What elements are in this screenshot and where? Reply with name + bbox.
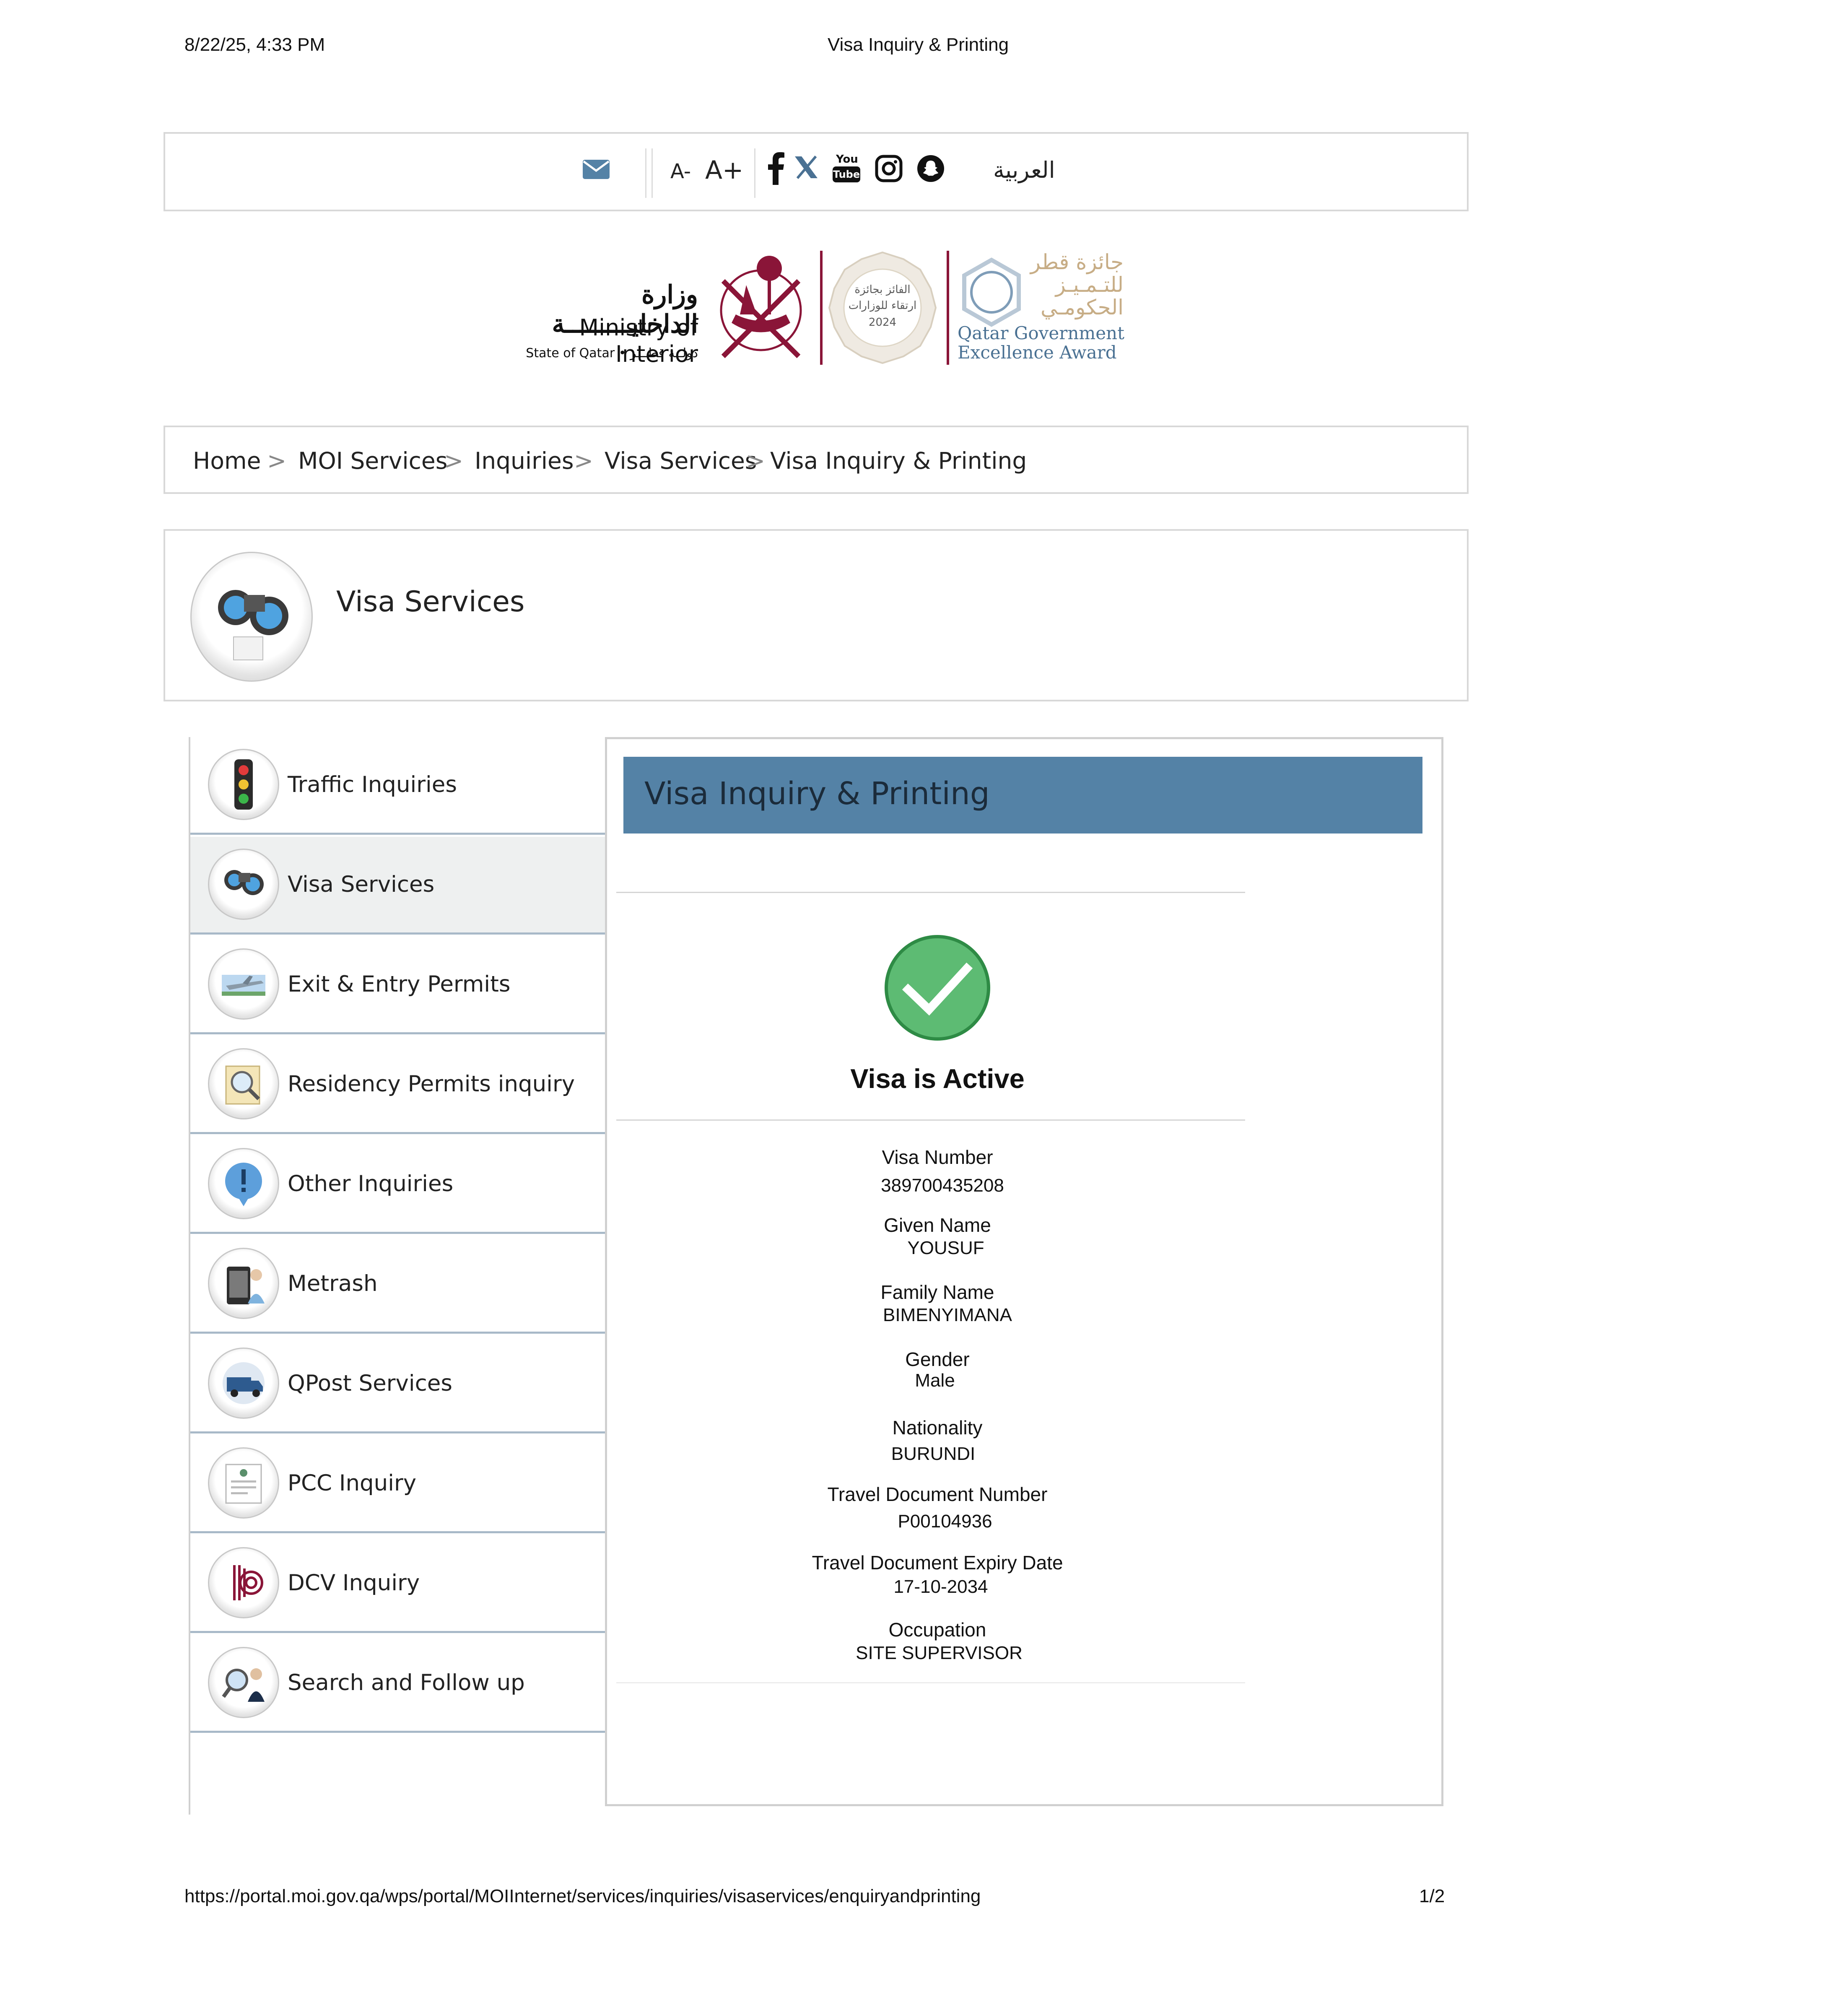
award-badge-year: 2024 [868,316,897,329]
youtube-text-bottom: Tube [833,166,860,182]
award-arabic-line3: الحكومـي [1041,295,1124,319]
sidebar-item-exit-entry-permits[interactable]: Exit & Entry Permits [190,937,605,1034]
sidebar-item-metrash[interactable]: Metrash [190,1236,605,1334]
font-increase-button[interactable]: A+ [705,156,743,185]
award-english-line2: Excellence Award [958,342,1117,363]
top-toolbar: A- A+ You Tube العربية [164,132,1469,211]
snapchat-icon[interactable] [917,155,945,184]
exclamation-icon [208,1148,279,1219]
sidebar-item-label: Visa Services [288,872,435,897]
gender-label: Gender [905,1348,970,1370]
sidebar-item-label: PCC Inquiry [288,1470,417,1496]
visa-status-text: Visa is Active [850,1063,1025,1094]
logo-divider [947,251,949,365]
travel-document-expiry-value: 17-10-2034 [893,1576,988,1597]
sidebar-item-qpost-services[interactable]: QPost Services [190,1336,605,1433]
youtube-icon[interactable]: You Tube [833,153,862,185]
sidebar-item-label: QPost Services [288,1371,452,1396]
print-url: https://portal.moi.gov.qa/wps/portal/MOI… [184,1886,981,1906]
travel-document-expiry-label: Travel Document Expiry Date [812,1552,1063,1574]
nationality-value: BURUNDI [891,1444,976,1464]
magnifier-document-icon [208,1048,279,1119]
phone-person-icon [208,1248,279,1319]
gender-value: Male [915,1370,955,1391]
award-badge: الفائز بجائزة ارتقاء للوزارات 2024 [826,251,939,365]
sidebar-item-residency-permits[interactable]: Residency Permits inquiry [190,1036,605,1134]
mail-icon[interactable] [582,159,610,182]
sidebar-item-search-follow-up[interactable]: Search and Follow up [190,1635,605,1733]
visa-number-label: Visa Number [882,1146,993,1168]
divider [616,892,1245,893]
certificate-icon [208,1447,279,1519]
breadcrumb-visa-services[interactable]: Visa Services [605,447,757,474]
breadcrumb-separator: > [746,447,766,474]
divider [616,1682,1245,1683]
sidebar-item-traffic-inquiries[interactable]: Traffic Inquiries [190,737,605,835]
breadcrumb-separator: > [574,447,594,474]
occupation-label: Occupation [888,1619,986,1641]
breadcrumb-moi-services[interactable]: MOI Services [298,447,447,474]
award-english-line1: Qatar Government [958,323,1124,343]
x-twitter-icon[interactable] [794,156,818,181]
divider [616,1119,1245,1121]
check-circle-icon [884,934,991,1044]
fingerprint-icon [208,1547,279,1618]
award-badge-line2: ارتقاء للوزارات [848,299,917,312]
airplane-icon [208,948,279,1020]
award-arabic-line2: للتـمـيـز [1055,273,1124,297]
sidebar-item-label: Metrash [288,1271,378,1296]
facebook-icon[interactable] [767,151,785,187]
sidebar-nav: Traffic Inquiries Visa Services Exit & E… [189,737,605,1815]
sidebar-item-label: Exit & Entry Permits [288,971,511,997]
instagram-icon[interactable] [875,155,903,184]
sidebar-item-other-inquiries[interactable]: Other Inquiries [190,1136,605,1234]
print-datetime: 8/22/25, 4:33 PM [184,34,325,55]
binoculars-icon [208,849,279,920]
print-page-number: 1/2 [1419,1886,1445,1906]
binoculars-icon [190,552,313,682]
breadcrumb-separator: > [444,447,464,474]
occupation-value: SITE SUPERVISOR [856,1643,1023,1663]
award-arabic-line1: جائزة قطر [1030,250,1124,274]
font-decrease-button[interactable]: A- [670,160,691,183]
sidebar-item-label: Other Inquiries [288,1171,454,1197]
qatar-excellence-award-logo: جائزة قطر للتـمـيـز الحكومـي Qatar Gover… [952,247,1128,369]
breadcrumb: Home > MOI Services > Inquiries > Visa S… [164,426,1469,494]
visa-number-value: 389700435208 [881,1175,1004,1196]
breadcrumb-current: Visa Inquiry & Printing [770,447,1027,474]
travel-document-number-label: Travel Document Number [827,1483,1048,1505]
sidebar-item-visa-services[interactable]: Visa Services [190,837,605,935]
moi-state-name: State of Qatar • دولــة قطـــر [526,346,698,361]
arabic-language-link[interactable]: العربية [993,157,1055,183]
breadcrumb-inquiries[interactable]: Inquiries [475,447,574,474]
given-name-label: Given Name [884,1214,991,1236]
print-page-title: Visa Inquiry & Printing [828,34,1009,55]
qatar-emblem-icon [706,252,815,371]
sidebar-item-dcv-inquiry[interactable]: DCV Inquiry [190,1535,605,1633]
officer-search-icon [208,1647,279,1718]
section-title: Visa Services [336,585,525,618]
section-header: Visa Services [164,529,1469,701]
travel-document-number-value: P00104936 [898,1511,992,1532]
breadcrumb-separator: > [267,447,287,474]
sidebar-item-pcc-inquiry[interactable]: PCC Inquiry [190,1436,605,1533]
moi-logo[interactable]: وزارة الداخليـــــــــة Ministry of Inte… [509,247,820,373]
panel-title-bar: Visa Inquiry & Printing [623,757,1422,834]
sidebar-item-label: Traffic Inquiries [288,772,457,797]
award-badge-line1: الفائز بجائزة [854,283,911,296]
logo-divider [820,251,823,365]
sidebar-item-label: Search and Follow up [288,1670,525,1696]
family-name-label: Family Name [880,1281,994,1303]
family-name-value: BIMENYIMANA [882,1305,1012,1325]
sidebar-item-label: DCV Inquiry [288,1570,420,1596]
youtube-text-top: You [836,153,858,166]
traffic-light-icon [208,749,279,820]
sidebar-item-label: Residency Permits inquiry [288,1071,575,1097]
panel-title: Visa Inquiry & Printing [644,776,990,812]
given-name-value: YOUSUF [907,1238,984,1258]
nationality-label: Nationality [892,1417,983,1439]
delivery-truck-icon [208,1348,279,1419]
breadcrumb-home[interactable]: Home [193,447,261,474]
